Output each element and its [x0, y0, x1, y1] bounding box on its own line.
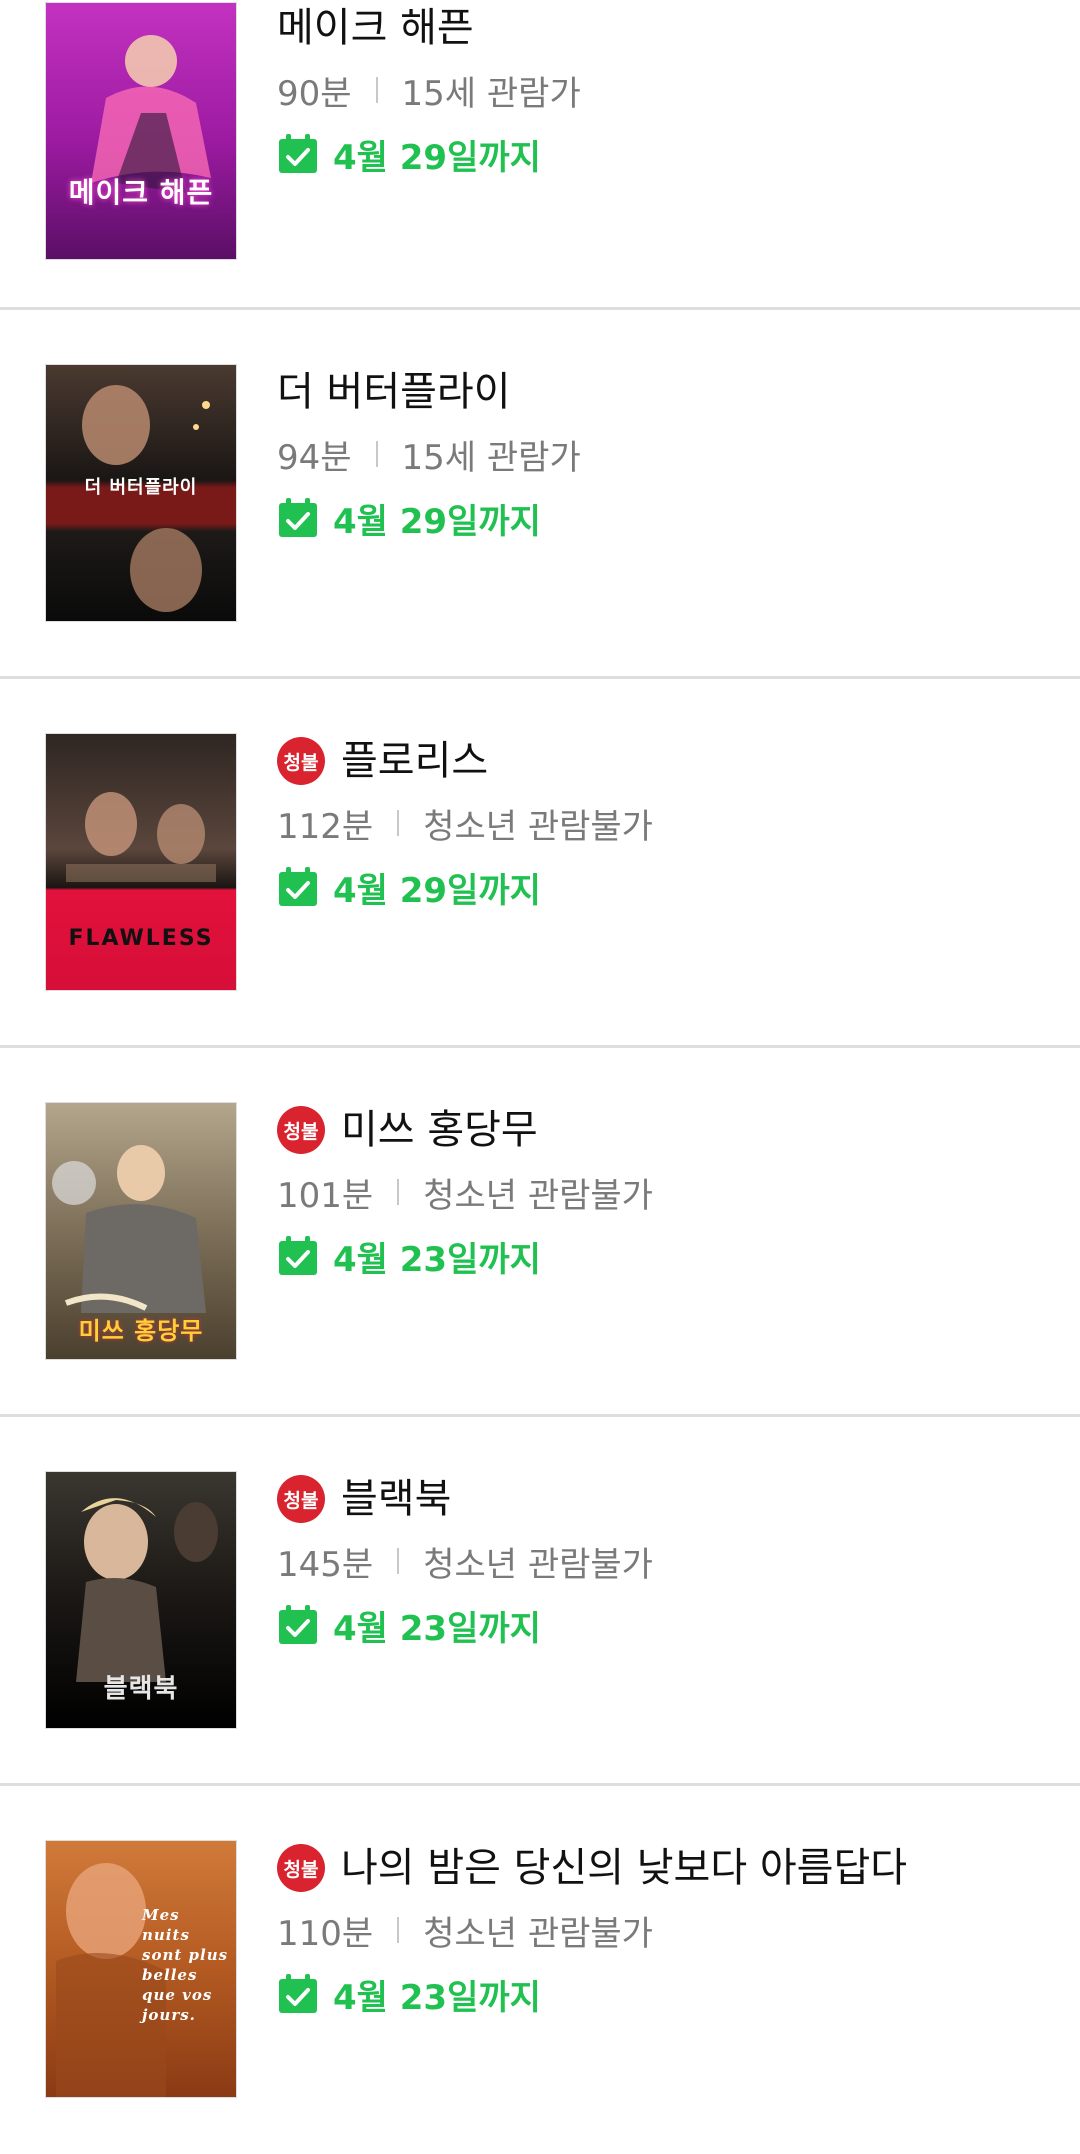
- adult-rating-badge: 청불: [277, 1844, 325, 1892]
- adult-rating-badge: 청불: [277, 737, 325, 785]
- poster-art: [66, 792, 216, 882]
- age-rating: 청소년 관람불가: [423, 806, 653, 847]
- calendar-check-icon: [279, 134, 317, 173]
- available-until: 4월 29일까지: [333, 870, 541, 911]
- poster-image[interactable]: 미쓰 홍당무: [45, 1102, 237, 1360]
- movie-info: 청불 나의 밤은 당신의 낮보다 아름답다 110분 청소년 관람불가 4월 2…: [277, 1840, 907, 2018]
- title-row: 청불 블랙북: [277, 1471, 653, 1527]
- title-row: 청불 나의 밤은 당신의 낮보다 아름답다: [277, 1840, 907, 1896]
- availability-row: 4월 29일까지: [277, 863, 653, 911]
- meta-separator: [375, 441, 378, 467]
- list-item[interactable]: FLAWLESS 청불 플로리스 112분 청소년 관람불가 4월 29일까지: [0, 679, 1080, 1047]
- adult-rating-badge: 청불: [277, 1106, 325, 1154]
- movie-title[interactable]: 미쓰 홍당무: [341, 1102, 538, 1158]
- title-row: 메이크 해픈: [277, 0, 581, 56]
- title-row: 청불 미쓰 홍당무: [277, 1102, 653, 1158]
- meta-row: 90분 15세 관람가: [277, 66, 581, 114]
- list-item[interactable]: 메이크 해픈 메이크 해픈 90분 15세 관람가 4월 29일까지: [0, 0, 1080, 308]
- poster-image[interactable]: 메이크 해픈: [45, 2, 237, 260]
- runtime: 145분: [277, 1544, 374, 1585]
- availability-row: 4월 29일까지: [277, 130, 581, 178]
- age-rating: 청소년 관람불가: [423, 1544, 653, 1585]
- poster-title: 더 버터플라이: [84, 477, 198, 498]
- meta-separator: [397, 1548, 400, 1574]
- available-until: 4월 29일까지: [333, 501, 541, 542]
- age-rating: 15세 관람가: [401, 437, 581, 478]
- calendar-check-icon: [279, 867, 317, 906]
- runtime: 112분: [277, 806, 374, 847]
- movie-info: 메이크 해픈 90분 15세 관람가 4월 29일까지: [277, 0, 581, 178]
- calendar-check-icon: [279, 1236, 317, 1275]
- adult-rating-badge: 청불: [277, 1475, 325, 1523]
- availability-row: 4월 23일까지: [277, 1232, 653, 1280]
- meta-row: 145분 청소년 관람불가: [277, 1537, 653, 1585]
- poster-art: [91, 35, 211, 193]
- calendar-check-icon: [279, 498, 317, 537]
- availability-row: 4월 29일까지: [277, 494, 581, 542]
- list-item[interactable]: 미쓰 홍당무 청불 미쓰 홍당무 101분 청소년 관람불가 4월 23일까지: [0, 1048, 1080, 1416]
- runtime: 94분: [277, 437, 352, 478]
- list-item[interactable]: 더 버터플라이 더 버터플라이 94분 15세 관람가 4월 29일까지: [0, 310, 1080, 678]
- title-row: 더 버터플라이: [277, 364, 581, 420]
- available-until: 4월 23일까지: [333, 1608, 541, 1649]
- title-row: 청불 플로리스: [277, 733, 653, 789]
- available-until: 4월 23일까지: [333, 1239, 541, 1280]
- runtime: 101분: [277, 1175, 374, 1216]
- available-until: 4월 29일까지: [333, 137, 541, 178]
- poster-title: 미쓰 홍당무: [78, 1317, 204, 1345]
- poster-title: Mes nuits sont plus belles que vos jours…: [142, 1906, 229, 2024]
- runtime: 90분: [277, 73, 352, 114]
- meta-row: 101분 청소년 관람불가: [277, 1168, 653, 1216]
- poster-image[interactable]: Mes nuits sont plus belles que vos jours…: [45, 1840, 237, 2098]
- movie-info: 청불 플로리스 112분 청소년 관람불가 4월 29일까지: [277, 733, 653, 911]
- poster-title: 메이크 해픈: [68, 176, 214, 209]
- meta-separator: [397, 1917, 400, 1943]
- movie-title[interactable]: 메이크 해픈: [277, 0, 474, 56]
- poster-title: FLAWLESS: [68, 926, 214, 951]
- poster-image[interactable]: FLAWLESS: [45, 733, 237, 991]
- movie-title[interactable]: 더 버터플라이: [277, 364, 511, 420]
- available-until: 4월 23일까지: [333, 1977, 541, 2018]
- availability-row: 4월 23일까지: [277, 1601, 653, 1649]
- movie-info: 청불 미쓰 홍당무 101분 청소년 관람불가 4월 23일까지: [277, 1102, 653, 1280]
- age-rating: 청소년 관람불가: [423, 1913, 653, 1954]
- list-item[interactable]: 블랙북 청불 블랙북 145분 청소년 관람불가 4월 23일까지: [0, 1417, 1080, 1785]
- age-rating: 15세 관람가: [401, 73, 581, 114]
- movie-info: 더 버터플라이 94분 15세 관람가 4월 29일까지: [277, 364, 581, 542]
- poster-title: 블랙북: [103, 1674, 179, 1704]
- movie-title[interactable]: 블랙북: [341, 1471, 451, 1527]
- poster-image[interactable]: 더 버터플라이: [45, 364, 237, 622]
- availability-row: 4월 23일까지: [277, 1970, 907, 2018]
- meta-row: 110분 청소년 관람불가: [277, 1906, 907, 1954]
- meta-separator: [375, 77, 378, 103]
- calendar-check-icon: [279, 1605, 317, 1644]
- list-item[interactable]: Mes nuits sont plus belles que vos jours…: [0, 1786, 1080, 2154]
- meta-separator: [397, 810, 400, 836]
- age-rating: 청소년 관람불가: [423, 1175, 653, 1216]
- meta-row: 94분 15세 관람가: [277, 430, 581, 478]
- movie-info: 청불 블랙북 145분 청소년 관람불가 4월 23일까지: [277, 1471, 653, 1649]
- meta-separator: [397, 1179, 400, 1205]
- calendar-check-icon: [279, 1974, 317, 2013]
- runtime: 110분: [277, 1913, 374, 1954]
- movie-title[interactable]: 플로리스: [341, 733, 488, 789]
- movie-title[interactable]: 나의 밤은 당신의 낮보다 아름답다: [341, 1840, 907, 1896]
- meta-row: 112분 청소년 관람불가: [277, 799, 653, 847]
- poster-image[interactable]: 블랙북: [45, 1471, 237, 1729]
